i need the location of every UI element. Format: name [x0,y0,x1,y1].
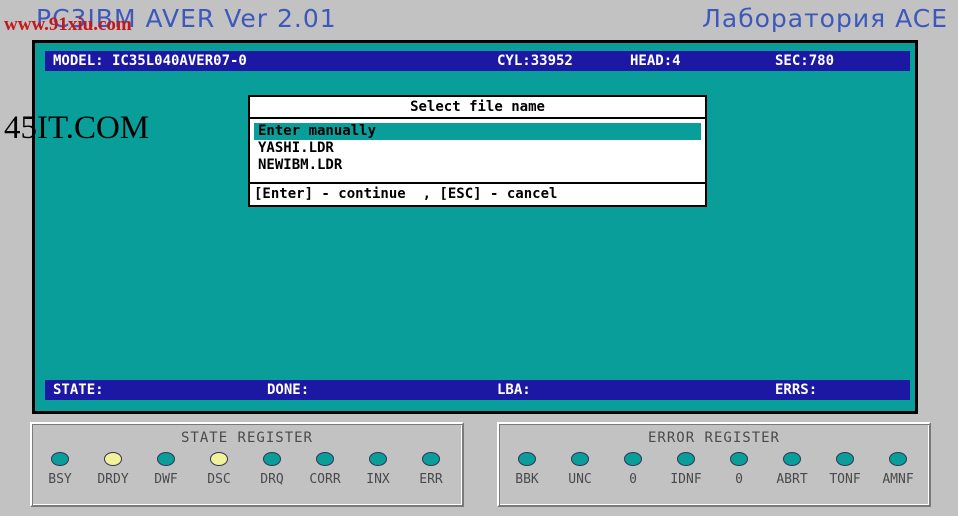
file-list-item[interactable]: Enter manually [254,123,701,140]
error-register-title: ERROR REGISTER [647,430,780,446]
file-list-item[interactable]: YASHI.LDR [254,140,701,157]
status-lamp-icon [624,452,642,466]
title-bar: PC3IBM AVER Ver 2.01 Лаборатория ACE www… [0,0,958,40]
lamp-label: DRDY [97,472,129,487]
dialog-divider [250,117,705,119]
state-register-panel: STATE REGISTER BSY DRDY DWF DSC DRQ CORR INX ER… [30,422,464,507]
lamp-label: TONF [829,472,861,487]
sec-label: SEC:780 [775,53,835,69]
lab-title: Лаборатория ACE [702,4,948,33]
status-lamp-icon [104,452,122,466]
lamp-label: DRQ [260,472,284,487]
file-list: Enter manually YASHI.LDR NEWIBM.LDR [254,123,701,174]
status-lamp-icon [157,452,175,466]
status-lamp-icon [783,452,801,466]
state-register-title: STATE REGISTER [180,430,313,446]
lba-label: LBA: [497,382,531,398]
status-lamp-icon [889,452,907,466]
status-bar: STATE: DONE: LBA: ERRS: [45,380,910,400]
lamp-label: IDNF [670,472,702,487]
status-lamp-icon [369,452,387,466]
watermark-top: www.91xiu.com [4,14,132,35]
head-label: HEAD:4 [630,53,681,69]
dialog-footer: [Enter] - continue , [ESC] - cancel [254,186,558,202]
drive-info-bar: MODEL: IC35L040AVER07-0 CYL:33952 HEAD:4… [45,51,910,71]
watermark-side: 45IT.COM [4,110,150,146]
lamp-label: 0 [735,472,743,487]
lamp-label: UNC [568,472,592,487]
lamp-label: BSY [48,472,72,487]
main-screen: MODEL: IC35L040AVER07-0 CYL:33952 HEAD:4… [32,40,918,414]
status-lamp-icon [51,452,69,466]
status-lamp-icon [677,452,695,466]
state-label: STATE: [53,382,104,398]
dialog-title: Select file name [410,99,545,115]
status-lamp-icon [571,452,589,466]
status-lamp-icon [836,452,854,466]
status-lamp-icon [210,452,228,466]
lamp-label: INX [366,472,390,487]
select-file-dialog: Select file name Enter manually YASHI.LDR… [248,95,707,207]
lamp-label: BBK [515,472,539,487]
error-register-panel: ERROR REGISTER BBK UNC 0 IDNF 0 ABRT TONF AMNF [497,422,931,507]
cyl-label: CYL:33952 [497,53,573,69]
status-lamp-icon [518,452,536,466]
lamp-label: AMNF [882,472,914,487]
lamp-label: ERR [419,472,443,487]
errs-label: ERRS: [775,382,818,398]
lamp-label: DWF [154,472,178,487]
status-lamp-icon [263,452,281,466]
file-list-item[interactable]: NEWIBM.LDR [254,157,701,174]
lamp-label: DSC [207,472,231,487]
model-label: MODEL: IC35L040AVER07-0 [53,53,247,69]
lamp-label: ABRT [776,472,808,487]
status-lamp-icon [422,452,440,466]
status-lamp-icon [316,452,334,466]
lamp-label: CORR [309,472,341,487]
lamp-label: 0 [629,472,637,487]
done-label: DONE: [267,382,310,398]
status-lamp-icon [730,452,748,466]
